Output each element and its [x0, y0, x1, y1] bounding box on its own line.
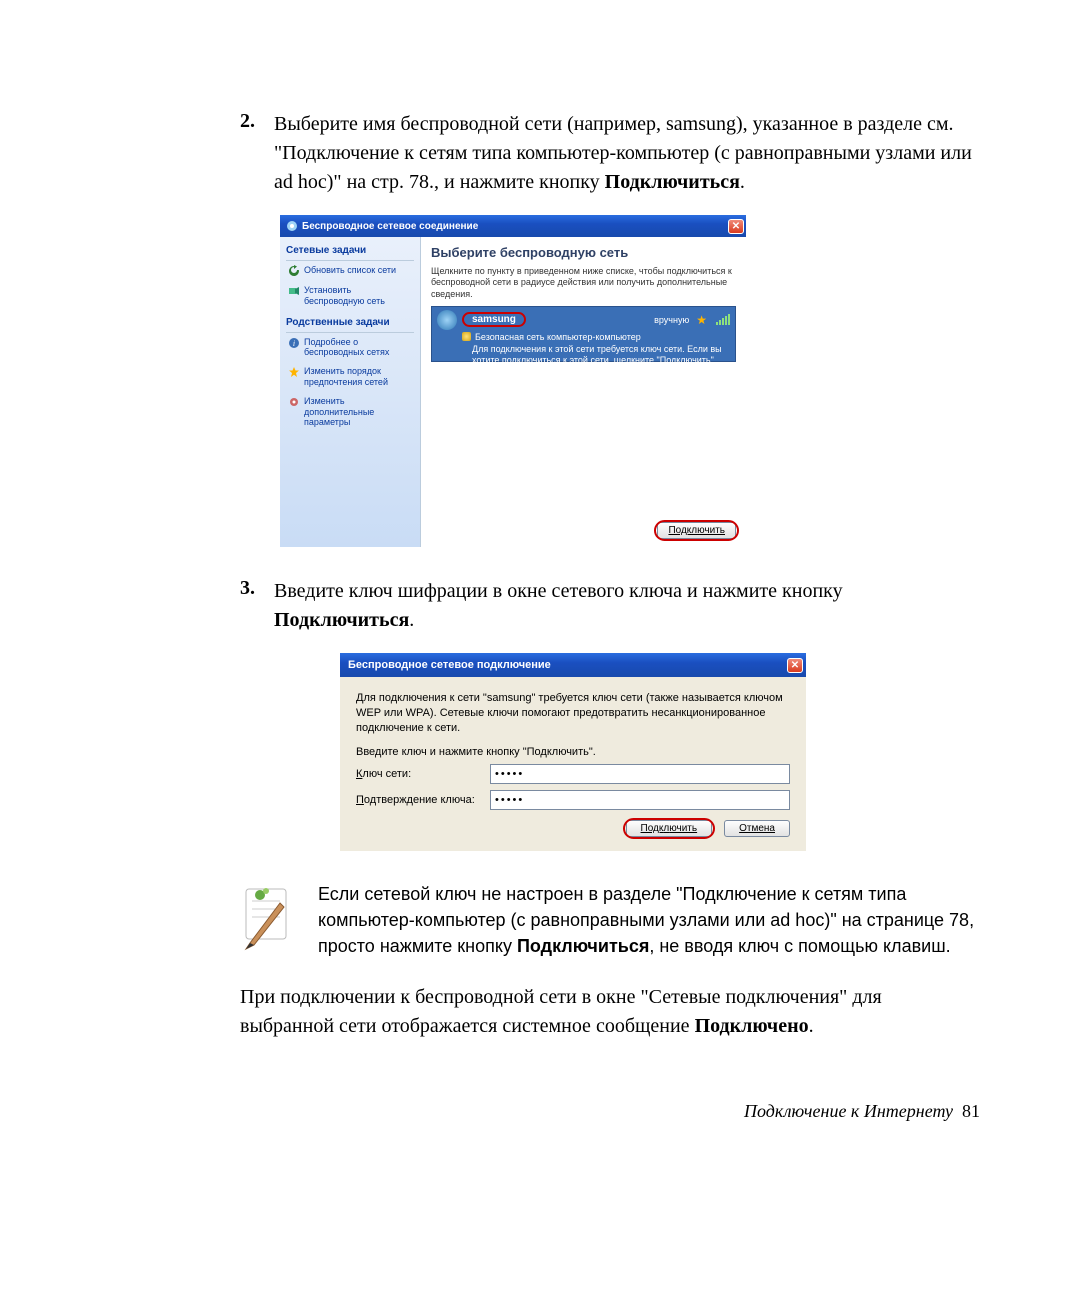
- window-title: Беспроводное сетевое подключение: [348, 659, 787, 671]
- window-title: Беспроводное сетевое соединение: [302, 221, 728, 232]
- sidebar-link-learn[interactable]: i Подробнее о беспроводных сетях: [288, 337, 412, 359]
- sidebar-link-label: Установить беспроводную сеть: [304, 285, 412, 307]
- key-dialog-window: Беспроводное сетевое подключение ✕ Для п…: [340, 653, 806, 851]
- dialog-hint: Введите ключ и нажмите кнопку "Подключит…: [356, 746, 790, 758]
- connect-button[interactable]: Подключить: [657, 522, 736, 539]
- page-footer: Подключение к Интернету 81: [240, 1101, 980, 1122]
- figure-wireless-list: Беспроводное сетевое соединение ✕ Сетевы…: [280, 215, 980, 547]
- network-key-label: Ключ сети:: [356, 768, 490, 780]
- confirm-key-label: Подтверждение ключа:: [356, 794, 490, 806]
- page-number: 81: [962, 1101, 980, 1121]
- network-icon: [437, 310, 457, 330]
- favorite-star-icon: ★: [696, 313, 707, 327]
- gear-icon: [288, 396, 300, 408]
- main-title: Выберите беспроводную сеть: [431, 245, 736, 260]
- step-body: Выберите имя беспроводной сети (например…: [274, 110, 980, 197]
- cancel-button[interactable]: Отмена: [724, 820, 790, 837]
- network-manual-label: вручную: [654, 315, 689, 325]
- footer-text: Подключение к Интернету: [744, 1101, 953, 1121]
- sidebar: Сетевые задачи Обновить список сети Уста…: [280, 237, 421, 547]
- sidebar-link-setup[interactable]: Установить беспроводную сеть: [288, 285, 412, 307]
- network-item-samsung[interactable]: samsung вручную ★ Безопасная сеть компью…: [431, 306, 736, 362]
- signal-strength-icon: [716, 314, 730, 325]
- sidebar-heading-related: Родственные задачи: [286, 315, 414, 333]
- sidebar-link-order[interactable]: Изменить порядок предпочтения сетей: [288, 366, 412, 388]
- note-text: Если сетевой ключ не настроен в разделе …: [318, 881, 980, 959]
- network-help-text: Для подключения к этой сети требуется кл…: [472, 344, 730, 366]
- wireless-list-window: Беспроводное сетевое соединение ✕ Сетевы…: [280, 215, 746, 547]
- sidebar-link-label: Подробнее о беспроводных сетях: [304, 337, 412, 359]
- lock-icon: [462, 332, 471, 341]
- connect-button-label: Подключить: [668, 525, 725, 536]
- confirm-key-input[interactable]: [490, 790, 790, 810]
- step3-text-a: Введите ключ шифрации в окне сетевого кл…: [274, 580, 843, 602]
- step2-text-c: .: [740, 171, 745, 193]
- network-ssid: samsung: [462, 312, 526, 327]
- connect-button[interactable]: Подключить: [626, 820, 713, 837]
- refresh-icon: [288, 265, 300, 277]
- sidebar-link-label: Изменить порядок предпочтения сетей: [304, 366, 412, 388]
- sidebar-link-advanced[interactable]: Изменить дополнительные параметры: [288, 396, 412, 428]
- setup-icon: [288, 285, 300, 297]
- network-key-input[interactable]: [490, 764, 790, 784]
- network-security-label: Безопасная сеть компьютер-компьютер: [475, 332, 641, 342]
- step-number: 3.: [240, 577, 264, 635]
- step3-text-c: .: [409, 609, 414, 631]
- window-titlebar[interactable]: Беспроводное сетевое соединение ✕: [280, 215, 746, 237]
- confirm-key-row: Подтверждение ключа:: [356, 790, 790, 810]
- close-icon[interactable]: ✕: [728, 219, 744, 234]
- info-icon: i: [288, 337, 300, 349]
- figure-key-dialog: Беспроводное сетевое подключение ✕ Для п…: [280, 653, 980, 851]
- svg-text:i: i: [293, 339, 295, 348]
- main-description: Щелкните по пункту в приведенном ниже сп…: [431, 266, 736, 300]
- close-icon[interactable]: ✕: [787, 658, 803, 673]
- result-paragraph: При подключении к беспроводной сети в ок…: [240, 983, 980, 1041]
- step3-text-b: Подключиться: [274, 609, 409, 631]
- step-body: Введите ключ шифрации в окне сетевого кл…: [274, 577, 980, 635]
- window-titlebar[interactable]: Беспроводное сетевое подключение ✕: [340, 653, 806, 677]
- wireless-icon: [286, 220, 298, 232]
- note-block: Если сетевой ключ не настроен в разделе …: [240, 881, 980, 959]
- step2-text-b: Подключиться: [605, 171, 740, 193]
- sidebar-link-label: Изменить дополнительные параметры: [304, 396, 412, 428]
- sidebar-link-label: Обновить список сети: [304, 265, 396, 276]
- step-3: 3. Введите ключ шифрации в окне сетевого…: [240, 577, 980, 635]
- main-panel: Выберите беспроводную сеть Щелкните по п…: [421, 237, 746, 547]
- sidebar-link-refresh[interactable]: Обновить список сети: [288, 265, 412, 277]
- step-number: 2.: [240, 110, 264, 197]
- network-key-row: Ключ сети:: [356, 764, 790, 784]
- note-icon: [240, 881, 294, 951]
- sidebar-heading-tasks: Сетевые задачи: [286, 243, 414, 261]
- star-icon: [288, 366, 300, 378]
- step-2: 2. Выберите имя беспроводной сети (напри…: [240, 110, 980, 197]
- dialog-description: Для подключения к сети "samsung" требует…: [356, 691, 790, 736]
